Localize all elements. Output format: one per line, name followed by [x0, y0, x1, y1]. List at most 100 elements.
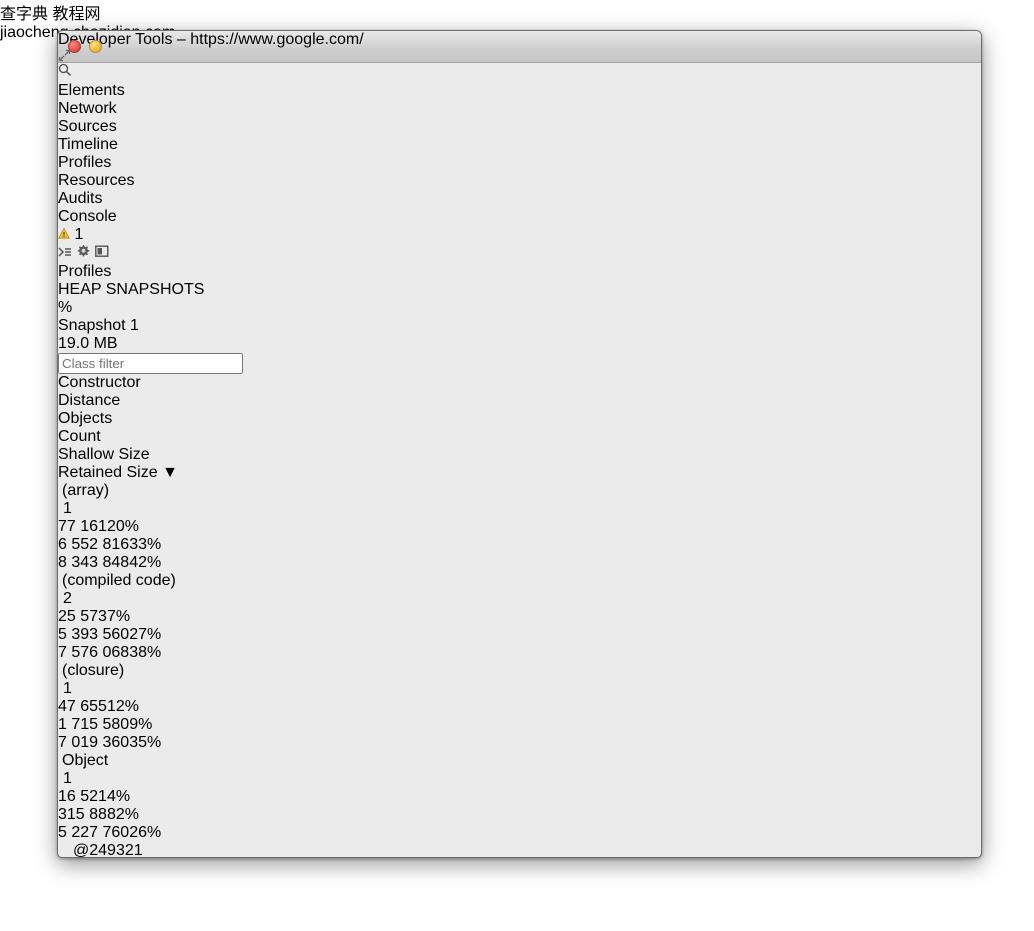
tab-resources[interactable]: Resources: [58, 172, 981, 190]
grid-cell-distance: 1: [58, 500, 149, 518]
cell-label: Object: [62, 752, 108, 769]
zoom-button[interactable]: [110, 40, 123, 53]
cell-value: 5 393 560: [58, 626, 129, 643]
tab-sources[interactable]: Sources: [58, 118, 981, 136]
grid-cell-constructor: Object: [58, 752, 343, 770]
column-header-shallow-size[interactable]: Shallow Size: [58, 446, 178, 464]
snapshot-size: 19.0 MB: [58, 335, 981, 353]
cell-value: 8 343 848: [58, 554, 129, 571]
grid-cell: 77 16120%: [58, 518, 148, 536]
fullscreen-icon[interactable]: [58, 49, 981, 67]
grid-cell: 1 715 5809%: [58, 716, 178, 734]
cell-value: 315 888: [58, 806, 116, 823]
tab-profiles[interactable]: Profiles: [58, 154, 981, 172]
constructors-grid: Constructor Distance Objects Count Shall…: [58, 374, 981, 858]
warning-count: 1: [74, 226, 83, 243]
cell-label: (compiled code): [62, 572, 176, 589]
window-titlebar: Developer Tools – https://www.google.com…: [58, 31, 981, 63]
constructors-grid-header: Constructor Distance Objects Count Shall…: [58, 374, 981, 482]
grid-cell-distance: 1: [58, 680, 149, 698]
cell-percent: 9%: [129, 716, 152, 733]
sidebar-section-heap-snapshots: HEAP SNAPSHOTS: [58, 281, 981, 299]
warning-indicator[interactable]: 1: [58, 226, 981, 244]
cell-value: 16 521: [58, 788, 107, 805]
grid-cell: 5 227 76026%: [58, 824, 192, 842]
grid-cell: 5 393 56027%: [58, 626, 178, 644]
cell-percent: 27%: [129, 626, 161, 643]
cell-value: 77 161: [58, 518, 107, 535]
tab-network[interactable]: Network: [58, 100, 981, 118]
cell-percent: 2%: [116, 806, 139, 823]
cell-percent: 26%: [129, 824, 161, 841]
close-button[interactable]: [68, 40, 81, 53]
snapshot-icon: %: [58, 299, 981, 317]
cell-percent: 35%: [129, 734, 161, 751]
cell-label: @249321: [73, 842, 143, 858]
table-row[interactable]: (closure)147 65512%1 715 5809%7 019 3603…: [58, 662, 981, 752]
cell-label: (closure): [62, 662, 124, 679]
grid-cell: 8 343 84842%: [58, 554, 192, 572]
grid-cell-distance: 2: [58, 590, 149, 608]
sidebar-title: Profiles: [58, 263, 981, 281]
cell-value: 7 019 360: [58, 734, 129, 751]
column-header-retained-size-label: Retained Size: [58, 464, 158, 481]
screen-root: Developer Tools – https://www.google.com…: [0, 0, 1034, 931]
table-row[interactable]: Object116 5214%315 8882%5 227 76026%: [58, 752, 981, 842]
cell-percent: 4%: [107, 788, 130, 805]
gear-icon[interactable]: [76, 245, 94, 262]
cell-label: (array): [62, 482, 109, 499]
cell-value: 25 573: [58, 608, 107, 625]
class-filter-bar: [58, 353, 981, 374]
minimize-button[interactable]: [89, 40, 102, 53]
tab-timeline[interactable]: Timeline: [58, 136, 981, 154]
grid-cell: 6 552 81633%: [58, 536, 178, 554]
cell-percent: 12%: [107, 698, 139, 715]
grid-cell-constructor: (array): [58, 482, 343, 500]
column-header-objects-count[interactable]: Objects Count: [58, 410, 148, 446]
grid-cell-constructor: @249321: [58, 842, 343, 858]
cell-value: 47 655: [58, 698, 107, 715]
cell-value: 6 552 816: [58, 536, 129, 553]
column-header-distance[interactable]: Distance: [58, 392, 149, 410]
window-title: Developer Tools – https://www.google.com…: [58, 31, 981, 49]
grid-cell: 7 019 36035%: [58, 734, 192, 752]
dock-side-icon[interactable]: [95, 245, 109, 262]
devtools-window: Developer Tools – https://www.google.com…: [57, 30, 982, 858]
tab-console[interactable]: Console: [58, 208, 981, 226]
devtools-tabbar: Elements Network Sources Timeline Profil…: [58, 63, 981, 263]
column-header-retained-size[interactable]: Retained Size ▼: [58, 464, 192, 482]
constructors-grid-rows: (array)177 16120%6 552 81633%8 343 84842…: [58, 482, 981, 858]
grid-cell: 315 8882%: [58, 806, 178, 824]
cell-value: 5 227 760: [58, 824, 129, 841]
sidebar-item-snapshot-1[interactable]: % Snapshot 1 19.0 MB: [58, 299, 981, 353]
cell-percent: 7%: [107, 608, 130, 625]
table-row[interactable]: @2493216120%421 3242%: [58, 842, 981, 858]
console-drawer-icon[interactable]: [58, 245, 76, 262]
tabbar-actions: 1: [58, 226, 981, 263]
grid-cell: 16 5214%: [58, 788, 148, 806]
grid-cell: 47 65512%: [58, 698, 148, 716]
grid-cell-constructor: (closure): [58, 662, 343, 680]
sort-arrow-desc-icon: ▼: [162, 464, 178, 481]
table-row[interactable]: (array)177 16120%6 552 81633%8 343 84842…: [58, 482, 981, 572]
watermark-name: 查字典: [0, 6, 48, 23]
table-row[interactable]: (compiled code)225 5737%5 393 56027%7 57…: [58, 572, 981, 662]
devtools-body: Profiles HEAP SNAPSHOTS % Snapshot 1 19.…: [58, 263, 981, 858]
tab-audits[interactable]: Audits: [58, 190, 981, 208]
grid-cell-distance: 1: [58, 770, 149, 788]
cell-value: 7 576 068: [58, 644, 129, 661]
warning-icon: [58, 228, 70, 239]
profiles-sidebar: Profiles HEAP SNAPSHOTS % Snapshot 1 19.…: [58, 263, 981, 353]
grid-cell: 7 576 06838%: [58, 644, 192, 662]
tab-elements[interactable]: Elements: [58, 82, 981, 100]
cell-percent: 38%: [129, 644, 161, 661]
snapshot-name: Snapshot 1: [58, 317, 981, 335]
column-header-constructor[interactable]: Constructor: [58, 374, 343, 392]
cell-value: 1 715 580: [58, 716, 129, 733]
profile-main-panel: Constructor Distance Objects Count Shall…: [58, 353, 981, 858]
cell-percent: 33%: [129, 536, 161, 553]
grid-cell: 25 5737%: [58, 608, 148, 626]
window-controls: [68, 40, 123, 53]
grid-cell-constructor: (compiled code): [58, 572, 343, 590]
class-filter-input[interactable]: [58, 353, 243, 374]
